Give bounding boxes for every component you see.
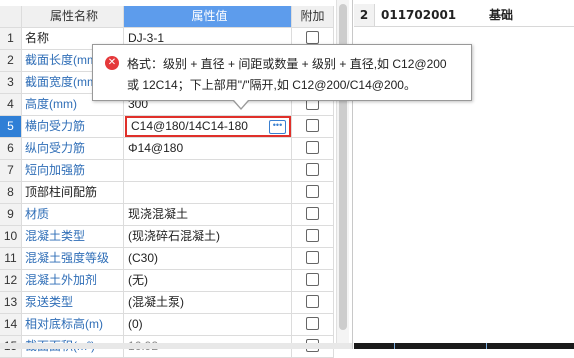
table-row-selected[interactable]: 5 横向受力筋 C14@180/14C14-180 ••• [0,116,334,138]
tooltip-line-2: 或 12C14；下上部用"/"隔开,如 C12@200/C14@200。 [127,78,416,92]
property-value[interactable] [124,160,292,181]
property-name: 短向加强筋 [22,160,124,181]
add-checkbox-cell[interactable] [292,292,334,313]
header-add[interactable]: 附加 [292,6,334,27]
table-row[interactable]: 10 混凝土类型 (现浇碎石混凝土) [0,226,334,248]
property-name: 混凝土外加剂 [22,270,124,291]
property-name: 纵向受力筋 [22,138,124,159]
add-checkbox-cell[interactable] [292,182,334,203]
rebar-value-input[interactable]: C14@180/14C14-180 ••• [125,116,291,137]
list-row-number: 2 [354,4,375,26]
grid-header: 属性名称 属性值 附加 [0,6,334,28]
add-checkbox-cell[interactable] [292,226,334,247]
property-value[interactable]: (混凝土泵) [124,292,292,313]
list-code: 011702001 [381,8,457,22]
list-row[interactable]: 2 011702001 基础 [354,4,574,27]
rebar-value-text: C14@180/14C14-180 [131,119,248,133]
header-name[interactable]: 属性名称 [22,6,124,27]
property-value[interactable] [124,182,292,203]
row-number: 7 [0,160,22,181]
tooltip-tail-fill [234,100,248,108]
add-checkbox-cell[interactable] [292,314,334,335]
table-row[interactable]: 11 混凝土强度等级 (C30) [0,248,334,270]
header-corner [0,6,22,27]
property-name: 相对底标高(m) [22,314,124,335]
row-number: 14 [0,314,22,335]
row-number: 13 [0,292,22,313]
add-checkbox[interactable] [306,119,319,133]
add-checkbox-cell[interactable] [292,160,334,181]
add-checkbox[interactable] [306,317,319,331]
table-row[interactable]: 6 纵向受力筋 Φ14@180 [0,138,334,160]
property-name: 泵送类型 [22,292,124,313]
add-checkbox[interactable] [306,295,319,309]
property-name: 横向受力筋 [22,116,124,137]
add-checkbox[interactable] [306,251,319,265]
panel-bottom-edge [0,343,352,349]
property-name: 材质 [22,204,124,225]
table-row[interactable]: 8 顶部柱间配筋 [0,182,334,204]
format-tooltip: ✕ 格式：级别 + 直径 + 间距或数量 + 级别 + 直径,如 C12@200… [92,44,472,110]
add-checkbox[interactable] [306,141,319,155]
property-value[interactable]: (无) [124,270,292,291]
table-row[interactable]: 14 相对底标高(m) (0) [0,314,334,336]
tooltip-text: 格式：级别 + 直径 + 间距或数量 + 级别 + 直径,如 C12@200 或… [127,54,465,96]
add-checkbox[interactable] [306,207,319,221]
property-name: 混凝土强度等级 [22,248,124,269]
property-value[interactable]: 现浇混凝土 [124,204,292,225]
tooltip-line-1: 格式：级别 + 直径 + 间距或数量 + 级别 + 直径,如 C12@200 [127,57,447,71]
list-name: 基础 [489,8,514,22]
row-number: 8 [0,182,22,203]
more-options-button[interactable]: ••• [269,120,286,134]
row-number: 10 [0,226,22,247]
error-icon: ✕ [105,56,119,70]
property-value[interactable]: (现浇碎石混凝土) [124,226,292,247]
view-strip [354,343,574,349]
row-number: 1 [0,28,22,49]
property-value[interactable]: Φ14@180 [124,138,292,159]
strip-tick [394,343,395,349]
strip-tick [486,343,487,349]
row-number: 9 [0,204,22,225]
property-value-cell[interactable]: C14@180/14C14-180 ••• [124,116,292,137]
property-value[interactable]: (C30) [124,248,292,269]
property-name: 顶部柱间配筋 [22,182,124,203]
add-checkbox[interactable] [306,31,319,45]
add-checkbox[interactable] [306,163,319,177]
row-number: 11 [0,248,22,269]
table-row[interactable]: 13 泵送类型 (混凝土泵) [0,292,334,314]
add-checkbox[interactable] [306,273,319,287]
add-checkbox-cell[interactable] [292,204,334,225]
table-row[interactable]: 9 材质 现浇混凝土 [0,204,334,226]
table-row[interactable]: 7 短向加强筋 [0,160,334,182]
add-checkbox[interactable] [306,229,319,243]
add-checkbox-cell[interactable] [292,270,334,291]
add-checkbox-cell[interactable] [292,248,334,269]
table-row[interactable]: 12 混凝土外加剂 (无) [0,270,334,292]
add-checkbox[interactable] [306,185,319,199]
row-number: 5 [0,116,22,137]
property-name: 混凝土类型 [22,226,124,247]
row-number: 4 [0,94,22,115]
row-number: 2 [0,50,22,71]
row-number: 6 [0,138,22,159]
add-checkbox-cell[interactable] [292,116,334,137]
add-checkbox-cell[interactable] [292,138,334,159]
header-value[interactable]: 属性值 [124,6,292,27]
row-number: 3 [0,72,22,93]
property-value[interactable]: (0) [124,314,292,335]
row-number: 12 [0,270,22,291]
